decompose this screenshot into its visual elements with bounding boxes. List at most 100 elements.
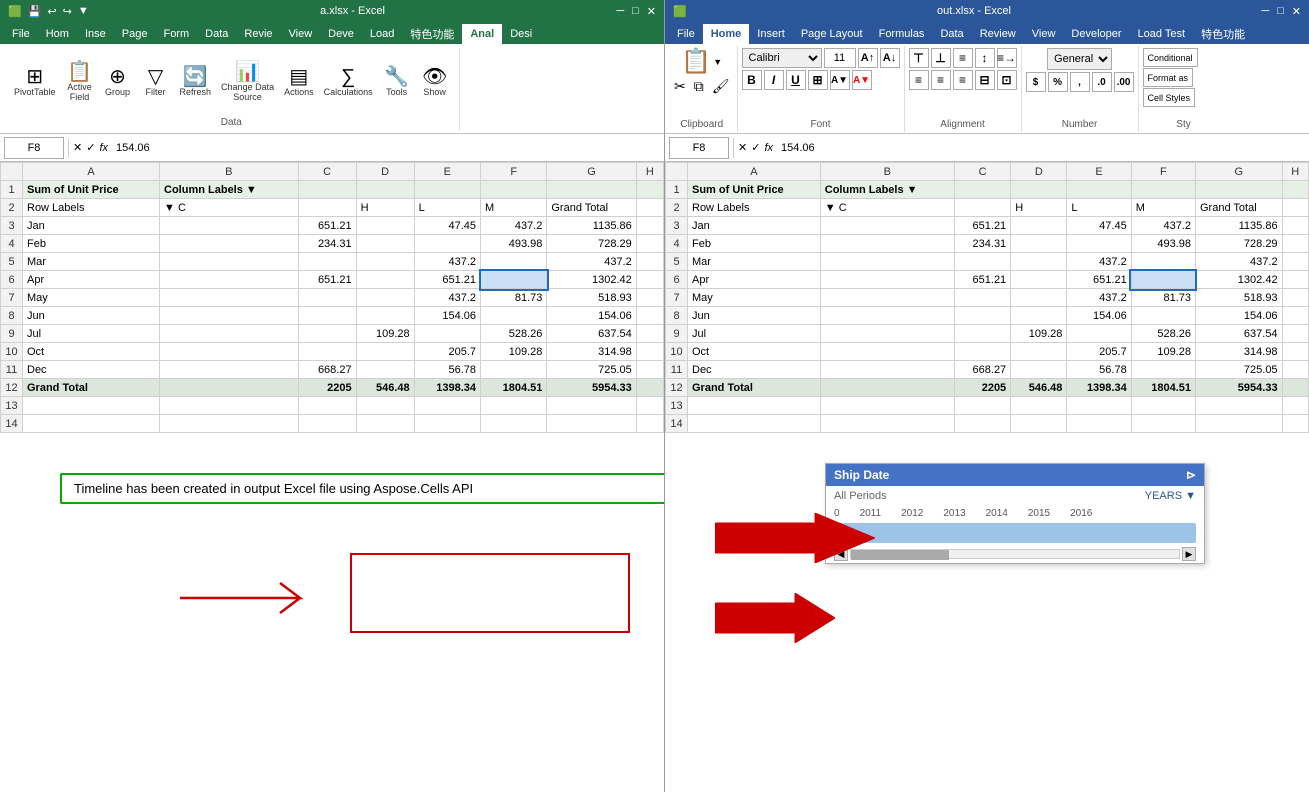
right-sheet-scroll[interactable]: A B C D E F G H 1Sum of Unit PriceColumn… <box>665 162 1309 792</box>
table-row[interactable]: 637.54 <box>1195 325 1282 343</box>
table-row[interactable]: Jun <box>688 307 821 325</box>
table-row[interactable] <box>636 415 663 433</box>
table-row[interactable] <box>356 397 414 415</box>
decrease-font-button[interactable]: A↓ <box>880 48 900 68</box>
tab-home-left[interactable]: Hom <box>38 24 77 44</box>
table-row[interactable] <box>481 415 547 433</box>
table-row[interactable]: 1135.86 <box>1195 217 1282 235</box>
right-tab-loadtest[interactable]: Load Test <box>1130 24 1194 44</box>
right-tab-page[interactable]: Page Layout <box>793 24 871 44</box>
table-row[interactable] <box>414 181 480 199</box>
table-row[interactable]: 2205 <box>954 379 1010 397</box>
table-row[interactable]: 1302.42 <box>547 271 636 289</box>
table-row[interactable] <box>160 235 299 253</box>
table-row[interactable]: 493.98 <box>481 235 547 253</box>
table-row[interactable] <box>820 235 954 253</box>
cell-styles-button[interactable]: Cell Styles <box>1143 88 1196 107</box>
col-A[interactable]: A <box>23 163 160 181</box>
table-row[interactable]: H <box>1011 199 1067 217</box>
table-row[interactable] <box>820 343 954 361</box>
table-row[interactable] <box>1282 289 1308 307</box>
table-row[interactable]: 437.2 <box>1067 253 1131 271</box>
table-row[interactable]: Jul <box>23 325 160 343</box>
timeline-panel[interactable]: Ship Date ⊳ All Periods YEARS ▼ 0 2011 2… <box>825 463 1205 564</box>
table-row[interactable]: 637.54 <box>547 325 636 343</box>
table-row[interactable]: Row Labels <box>688 199 821 217</box>
table-row[interactable] <box>1011 217 1067 235</box>
table-row[interactable] <box>298 199 356 217</box>
table-row[interactable]: 437.2 <box>547 253 636 271</box>
table-row[interactable] <box>298 253 356 271</box>
tools-button[interactable]: 🔧 Tools <box>379 65 415 99</box>
table-row[interactable]: 651.21 <box>954 217 1010 235</box>
table-row[interactable] <box>1282 307 1308 325</box>
table-row[interactable]: 1804.51 <box>1131 379 1195 397</box>
table-row[interactable] <box>414 325 480 343</box>
right-tab-review[interactable]: Review <box>972 24 1024 44</box>
right-cancel-formula-icon[interactable]: ✕ <box>738 141 747 154</box>
table-row[interactable] <box>356 307 414 325</box>
table-row[interactable]: Sum of Unit Price <box>23 181 160 199</box>
table-row[interactable]: 728.29 <box>1195 235 1282 253</box>
table-row[interactable] <box>1011 181 1067 199</box>
table-row[interactable]: 109.28 <box>1131 343 1195 361</box>
table-row[interactable]: 154.06 <box>414 307 480 325</box>
table-row[interactable]: 56.78 <box>414 361 480 379</box>
table-row[interactable] <box>23 415 160 433</box>
close-icon[interactable]: ✕ <box>647 5 656 18</box>
right-tab-file[interactable]: File <box>669 24 703 44</box>
right-tab-home[interactable]: Home <box>703 24 750 44</box>
table-row[interactable] <box>160 325 299 343</box>
col-F[interactable]: F <box>481 163 547 181</box>
table-row[interactable]: 154.06 <box>1067 307 1131 325</box>
comma-button[interactable]: , <box>1070 72 1090 92</box>
table-row[interactable]: 728.29 <box>547 235 636 253</box>
table-row[interactable] <box>636 343 663 361</box>
currency-button[interactable]: $ <box>1026 72 1046 92</box>
tab-load-left[interactable]: Load <box>362 24 402 44</box>
table-row[interactable] <box>1067 235 1131 253</box>
table-row[interactable]: Apr <box>23 271 160 289</box>
table-row[interactable]: 109.28 <box>1011 325 1067 343</box>
table-row[interactable] <box>1011 289 1067 307</box>
table-row[interactable]: 81.73 <box>481 289 547 307</box>
table-row[interactable] <box>356 271 414 289</box>
table-row[interactable] <box>356 217 414 235</box>
table-row[interactable]: 314.98 <box>547 343 636 361</box>
table-row[interactable] <box>636 307 663 325</box>
table-row[interactable] <box>356 235 414 253</box>
table-row[interactable]: Mar <box>23 253 160 271</box>
table-row[interactable] <box>1282 415 1308 433</box>
table-row[interactable]: L <box>414 199 480 217</box>
table-row[interactable]: Mar <box>688 253 821 271</box>
align-left-button[interactable]: ≡ <box>909 70 929 90</box>
table-row[interactable]: 5954.33 <box>547 379 636 397</box>
refresh-button[interactable]: 🔄 Refresh <box>176 65 216 99</box>
table-row[interactable] <box>636 289 663 307</box>
table-row[interactable] <box>820 307 954 325</box>
table-row[interactable]: 651.21 <box>954 271 1010 289</box>
table-row[interactable]: 518.93 <box>547 289 636 307</box>
table-row[interactable] <box>1131 253 1195 271</box>
table-row[interactable]: May <box>23 289 160 307</box>
table-row[interactable]: Apr <box>688 271 821 289</box>
insert-function-icon[interactable]: fx <box>99 142 108 154</box>
right-tab-formulas[interactable]: Formulas <box>871 24 933 44</box>
table-row[interactable] <box>1195 397 1282 415</box>
table-row[interactable]: 725.05 <box>547 361 636 379</box>
table-row[interactable]: Grand Total <box>1195 199 1282 217</box>
table-row[interactable]: 668.27 <box>954 361 1010 379</box>
table-row[interactable] <box>160 217 299 235</box>
table-row[interactable]: Oct <box>688 343 821 361</box>
table-row[interactable]: 651.21 <box>414 271 480 289</box>
right-close-icon[interactable]: ✕ <box>1292 5 1301 18</box>
table-row[interactable] <box>954 181 1010 199</box>
tab-review-left[interactable]: Revie <box>236 24 280 44</box>
col-B[interactable]: B <box>160 163 299 181</box>
table-row[interactable]: Dec <box>688 361 821 379</box>
table-row[interactable] <box>1011 235 1067 253</box>
right-col-D[interactable]: D <box>1011 163 1067 181</box>
table-row[interactable] <box>1195 415 1282 433</box>
table-row[interactable] <box>1282 181 1308 199</box>
table-row[interactable]: 437.2 <box>1067 289 1131 307</box>
